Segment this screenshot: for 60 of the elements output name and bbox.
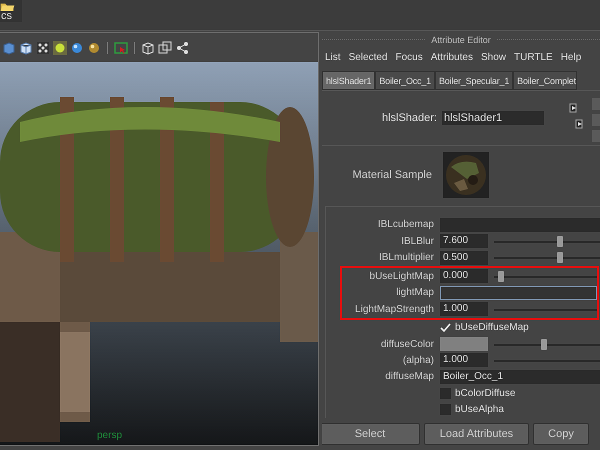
value-field[interactable]: 7.600 <box>440 234 488 248</box>
light-icon[interactable] <box>53 40 67 54</box>
action-button[interactable]: Select <box>322 423 420 445</box>
checkbox[interactable] <box>440 404 451 416</box>
share-icon[interactable] <box>175 40 189 54</box>
attribute-label: diffuseColor <box>380 338 435 350</box>
checkbox-label: bUseDiffuseMap <box>455 322 529 334</box>
value-field[interactable]: 1.000 <box>440 353 488 368</box>
material-swatch <box>446 155 486 195</box>
sphere-icon[interactable] <box>87 40 101 54</box>
frame-icon[interactable] <box>114 40 128 54</box>
tab[interactable]: Boiler_Specular_1 <box>434 71 514 90</box>
tab[interactable]: Boiler_Occ_1 <box>375 71 435 90</box>
slider-thumb[interactable] <box>557 236 563 247</box>
menu-item[interactable]: Attributes <box>430 52 473 62</box>
menu-item[interactable]: TURTLE <box>514 52 553 62</box>
menu-item[interactable]: Selected <box>348 52 388 62</box>
value-field[interactable]: 0.500 <box>440 250 488 265</box>
action-button[interactable]: Load Attributes <box>424 423 529 445</box>
arrow-icon[interactable] <box>569 103 578 113</box>
sample-label: Material Sample <box>352 169 433 181</box>
color-swatch[interactable] <box>440 337 488 351</box>
checkbox-label: bColorDiffuse <box>455 388 516 399</box>
text-field[interactable] <box>440 286 597 300</box>
text-field[interactable] <box>440 218 600 232</box>
attribute-label: (alpha) <box>402 354 435 366</box>
camera-label: persp <box>97 430 122 441</box>
action-button[interactable]: Copy <box>533 423 589 445</box>
menu-item[interactable]: Show <box>480 52 506 62</box>
attribute-label: lightMap <box>395 287 435 298</box>
slider-thumb[interactable] <box>541 338 547 350</box>
shelf-label: cs <box>0 11 13 22</box>
shaded-cube-icon[interactable] <box>2 40 16 54</box>
slider-thumb[interactable] <box>557 252 563 264</box>
value-field[interactable]: 0.000 <box>440 269 488 284</box>
tab[interactable]: hlslShader1 <box>322 71 376 90</box>
attribute-label: IBLcubemap <box>376 219 435 230</box>
attribute-label: bUseLightMap <box>368 270 435 282</box>
sphere-icon[interactable] <box>70 40 84 54</box>
attribute-label: LightMapStrength <box>354 304 435 315</box>
attribute-label: IBLmultiplier <box>378 252 435 264</box>
checkbox[interactable] <box>440 322 451 334</box>
copy-icon[interactable] <box>158 40 172 54</box>
panel-title: Attribute Editor <box>431 34 491 44</box>
text-field[interactable]: Boiler_Occ_1 <box>440 370 600 384</box>
checkbox-label: bUseAlpha <box>455 404 504 416</box>
menu-item[interactable]: Focus <box>395 52 423 62</box>
node-name-field[interactable]: hlslShader1 <box>442 111 544 125</box>
value-field[interactable]: 1.000 <box>440 302 488 316</box>
checker-icon[interactable] <box>36 40 50 54</box>
attribute-label: diffuseMap <box>384 371 435 382</box>
attribute-label: IBLBlur <box>400 236 435 247</box>
menu-item[interactable]: Help <box>560 52 582 62</box>
field-label: hlslShader: <box>380 112 438 124</box>
menu-item[interactable]: List <box>325 52 341 62</box>
checkbox[interactable] <box>440 388 451 399</box>
tab[interactable]: Boiler_Complet <box>513 71 577 90</box>
cube-icon[interactable] <box>19 40 33 54</box>
arrow-icon[interactable] <box>575 119 584 129</box>
slider-thumb[interactable] <box>498 270 504 282</box>
